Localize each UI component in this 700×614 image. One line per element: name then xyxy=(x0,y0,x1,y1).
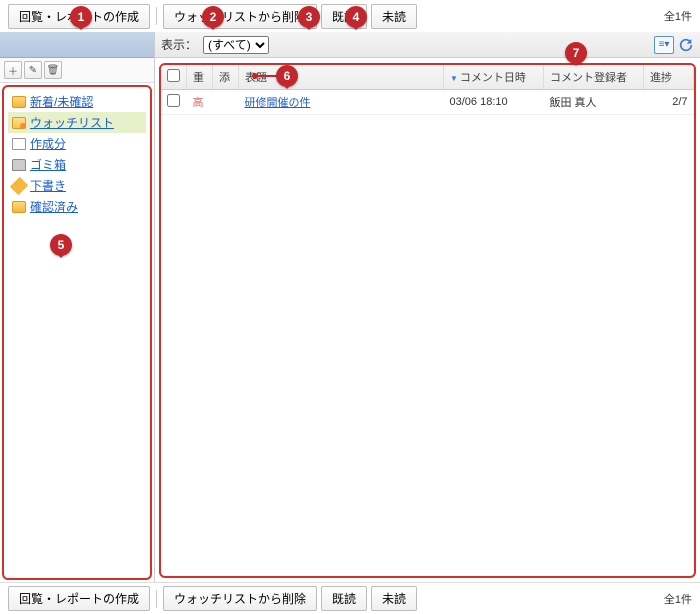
left-pane: ＋ ✎ 🗑 新着/未確認ウォッチリスト作成分ゴミ箱下書き確認済み xyxy=(0,32,155,582)
progress-cell: 2/7 xyxy=(644,90,694,115)
col-progress[interactable]: 進捗 xyxy=(644,65,694,90)
annotation-connector xyxy=(255,75,277,77)
sidebar-item-label[interactable]: 確認済み xyxy=(30,198,78,215)
comment-user-cell: 飯田 真人 xyxy=(544,90,644,115)
bottom-toolbar: 回覧・レポートの作成 ウォッチリストから削除 既読 未読 全1件 xyxy=(0,582,700,614)
sidebar-item-5[interactable]: 確認済み xyxy=(8,196,146,217)
sidebar-item-label[interactable]: ゴミ箱 xyxy=(30,156,66,173)
folder-icon xyxy=(12,96,26,108)
view-menu-button[interactable]: ≡▾ xyxy=(654,36,674,54)
left-pane-header xyxy=(0,32,154,58)
col-comment-user[interactable]: コメント登録者 xyxy=(544,65,644,90)
sidebar-item-4[interactable]: 下書き xyxy=(8,175,146,196)
annotation-badge-2: 2 xyxy=(202,6,224,28)
sidebar-item-label[interactable]: 新着/未確認 xyxy=(30,93,93,110)
total-count-bottom: 全1件 xyxy=(664,591,692,607)
create-report-button-bottom[interactable]: 回覧・レポートの作成 xyxy=(8,586,150,611)
select-all-checkbox[interactable] xyxy=(167,69,180,82)
filter-bar: 表示： (すべて) ≡▾ xyxy=(155,32,700,58)
folder-icon xyxy=(12,138,26,150)
table-row[interactable]: 高 研修開催の件 03/06 18:10飯田 真人2/7 xyxy=(161,90,694,115)
refresh-icon[interactable] xyxy=(678,37,694,53)
annotation-badge-3: 3 xyxy=(298,6,320,28)
report-table: 重 添 表題 ▼コメント日時 コメント登録者 進捗 高 研修開催の件 03/06 1… xyxy=(161,65,694,115)
toolbar-divider xyxy=(156,7,157,25)
folder-icon xyxy=(12,117,26,129)
mark-unread-button[interactable]: 未読 xyxy=(371,4,417,29)
mark-read-button-bottom[interactable]: 既読 xyxy=(321,586,367,611)
body-area: ＋ ✎ 🗑 新着/未確認ウォッチリスト作成分ゴミ箱下書き確認済み 表示： (すべ… xyxy=(0,32,700,582)
sidebar-item-label[interactable]: ウォッチリスト xyxy=(30,114,114,131)
annotation-badge-1: 1 xyxy=(70,6,92,28)
right-pane: 表示： (すべて) ≡▾ 重 添 表題 xyxy=(155,32,700,582)
row-checkbox[interactable] xyxy=(167,94,180,107)
add-folder-button[interactable]: ＋ xyxy=(4,61,22,79)
total-count-top: 全1件 xyxy=(664,8,692,24)
col-attachment[interactable]: 添 xyxy=(213,65,239,90)
left-icon-toolbar: ＋ ✎ 🗑 xyxy=(0,58,154,83)
remove-from-watchlist-button-bottom[interactable]: ウォッチリストから削除 xyxy=(163,586,317,611)
sidebar-item-2[interactable]: 作成分 xyxy=(8,133,146,154)
folder-icon xyxy=(12,201,26,213)
attachment-cell xyxy=(213,90,239,115)
priority-cell: 高 xyxy=(193,97,204,109)
sidebar-item-label[interactable]: 下書き xyxy=(30,177,66,194)
edit-folder-button[interactable]: ✎ xyxy=(24,61,42,79)
mark-unread-button-bottom[interactable]: 未読 xyxy=(371,586,417,611)
col-comment-date[interactable]: ▼コメント日時 xyxy=(444,65,544,90)
subject-link[interactable]: 研修開催の件 xyxy=(245,97,311,109)
table-area: 重 添 表題 ▼コメント日時 コメント登録者 進捗 高 研修開催の件 03/06 1… xyxy=(159,63,696,578)
toolbar-divider xyxy=(156,590,157,608)
folder-list: 新着/未確認ウォッチリスト作成分ゴミ箱下書き確認済み xyxy=(2,85,152,580)
sidebar-item-0[interactable]: 新着/未確認 xyxy=(8,91,146,112)
col-subject[interactable]: 表題 xyxy=(239,65,444,90)
col-priority[interactable]: 重 xyxy=(187,65,213,90)
folder-icon xyxy=(10,176,28,194)
annotation-badge-4: 4 xyxy=(345,6,367,28)
annotation-badge-5: 5 xyxy=(50,234,72,256)
delete-folder-button[interactable]: 🗑 xyxy=(44,61,62,79)
remove-from-watchlist-button[interactable]: ウォッチリストから削除 xyxy=(163,4,317,29)
filter-select[interactable]: (すべて) xyxy=(203,36,269,54)
annotation-badge-6: 6 xyxy=(276,65,298,87)
sidebar-item-1[interactable]: ウォッチリスト xyxy=(8,112,146,133)
comment-date-cell: 03/06 18:10 xyxy=(444,90,544,115)
col-checkbox xyxy=(161,65,187,90)
sidebar-item-label[interactable]: 作成分 xyxy=(30,135,66,152)
sidebar-item-3[interactable]: ゴミ箱 xyxy=(8,154,146,175)
folder-icon xyxy=(12,159,26,171)
filter-show-label: 表示： xyxy=(161,36,197,53)
annotation-badge-7: 7 xyxy=(565,42,587,64)
